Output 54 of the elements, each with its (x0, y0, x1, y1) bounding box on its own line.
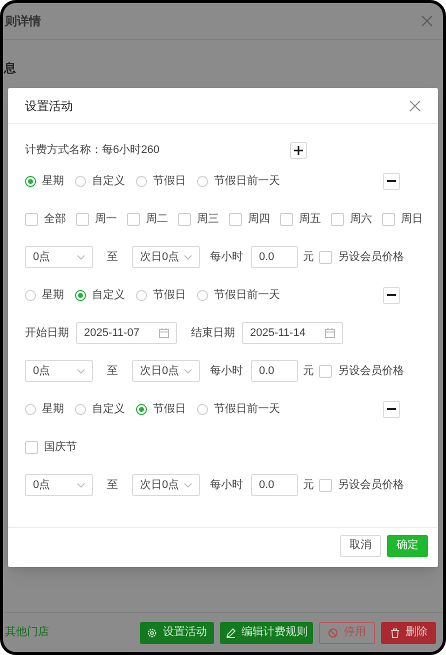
per-hour-label: 每小时 (210, 250, 243, 265)
checkbox-label: 周一 (95, 212, 117, 227)
cancel-button[interactable]: 取消 (340, 534, 381, 556)
action-button[interactable]: 设置活动 (140, 622, 214, 644)
billing-name: 计费方式名称：每6小时260 (25, 142, 160, 158)
radio-label: 节假日前一天 (214, 174, 280, 189)
radio-label: 星期 (42, 402, 64, 417)
radio-label: 节假日 (153, 402, 186, 417)
checkbox-label: 周二 (146, 212, 168, 227)
checkbox-label: 另设会员价格 (338, 250, 404, 265)
start-date-label: 开始日期 (25, 326, 70, 341)
checkbox-label: 另设会员价格 (338, 364, 404, 379)
page-title: 则详情 (5, 13, 41, 30)
end-date-label: 结束日期 (191, 326, 236, 341)
time-select[interactable]: 0点 (25, 474, 93, 496)
to-label: 至 (107, 364, 118, 379)
radio-label: 星期 (42, 174, 64, 189)
time-select[interactable]: 次日0点 (132, 246, 200, 268)
to-label: 至 (107, 250, 118, 265)
action-button[interactable]: 删除 (381, 622, 436, 644)
section-heading: 息 (4, 61, 16, 75)
checkbox-label: 国庆节 (44, 440, 77, 455)
radio-label: 自定义 (92, 288, 125, 303)
time-select[interactable]: 0点 (25, 246, 93, 268)
time-select[interactable]: 次日0点 (132, 360, 200, 382)
unit-label: 元 (303, 478, 314, 493)
checkbox-label: 周日 (401, 212, 423, 227)
price-field[interactable]: 0.0 (251, 360, 298, 382)
checkbox-label: 周三 (197, 212, 219, 227)
checkbox-label: 周五 (299, 212, 321, 227)
time-select[interactable]: 0点 (25, 360, 93, 382)
checkbox-label: 周四 (248, 212, 270, 227)
checkbox-label: 周六 (350, 212, 372, 227)
end-date-field[interactable]: 2025-11-14 (242, 322, 343, 344)
radio-label: 自定义 (92, 174, 125, 189)
unit-label: 元 (303, 364, 314, 379)
radio-label: 节假日 (153, 288, 186, 303)
unit-label: 元 (303, 250, 314, 265)
per-hour-label: 每小时 (210, 364, 243, 379)
to-label: 至 (107, 478, 118, 493)
radio-label: 节假日前一天 (214, 288, 280, 303)
time-select[interactable]: 次日0点 (132, 474, 200, 496)
price-field[interactable]: 0.0 (251, 474, 298, 496)
price-field[interactable]: 0.0 (251, 246, 298, 268)
checkbox-label: 另设会员价格 (338, 478, 404, 493)
dialog-title: 设置活动 (25, 98, 73, 114)
radio-label: 节假日 (153, 174, 186, 189)
per-hour-label: 每小时 (210, 478, 243, 493)
start-date-field[interactable]: 2025-11-07 (76, 322, 177, 344)
action-button[interactable]: 编辑计费规则 (220, 622, 313, 644)
radio-label: 自定义 (92, 402, 125, 417)
radio-label: 节假日前一天 (214, 402, 280, 417)
checkbox-label: 全部 (44, 212, 66, 227)
radio-label: 星期 (42, 288, 64, 303)
